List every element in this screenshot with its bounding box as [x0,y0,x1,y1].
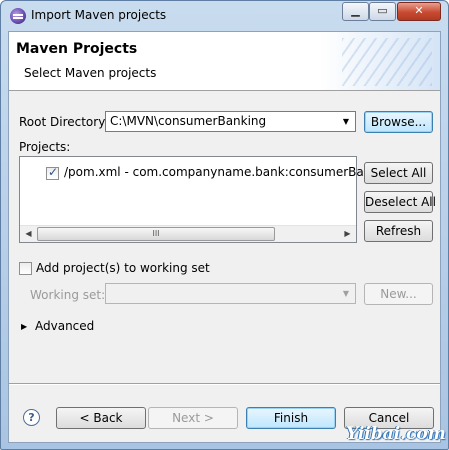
projects-list[interactable]: /pom.xml - com.companyname.bank:consumer… [19,156,389,243]
next-button[interactable]: Next > [148,407,238,429]
dialog-body: Maven Projects Select Maven projects Roo… [8,31,441,443]
chevron-down-icon[interactable]: ▼ [337,112,355,131]
maximize-button[interactable]: ▭ [369,2,396,21]
close-button[interactable]: ✕ [397,2,441,21]
browse-button[interactable]: Browse... [364,111,433,133]
import-dialog-window: Import Maven projects ▁ ▭ ✕ Maven Projec… [0,0,449,450]
finish-button[interactable]: Finish [246,407,336,429]
wizard-header: Maven Projects Select Maven projects [9,32,440,91]
add-to-working-set-checkbox[interactable] [19,262,32,275]
scroll-thumb[interactable]: III [37,227,275,241]
footer-separator [9,383,440,385]
projects-label: Projects: [19,140,71,154]
expand-advanced-icon[interactable]: ▶ [21,322,27,331]
list-item[interactable]: /pom.xml - com.companyname.bank:consumer… [64,165,389,179]
new-working-set-button[interactable]: New... [364,283,433,305]
root-directory-label: Root Directory: [19,115,109,129]
refresh-button[interactable]: Refresh [364,220,433,242]
page-title: Maven Projects [16,41,138,57]
scroll-right-icon[interactable]: ▶ [339,226,356,242]
minimize-button[interactable]: ▁ [342,2,369,21]
project-checkbox[interactable] [46,165,59,180]
title-bar[interactable]: Import Maven projects ▁ ▭ ✕ [1,1,448,31]
deselect-all-button[interactable]: Deselect All [364,191,436,213]
scroll-left-icon[interactable]: ◀ [20,226,37,242]
add-to-working-set-label[interactable]: Add project(s) to working set [36,261,210,275]
working-set-label: Working set: [30,288,106,302]
help-icon[interactable]: ? [23,409,40,426]
advanced-section-label[interactable]: Advanced [35,319,94,333]
root-directory-combo[interactable]: C:\MVN\consumerBanking ▼ [105,111,356,132]
root-directory-value: C:\MVN\consumerBanking [110,114,267,128]
back-button[interactable]: < Back [56,407,146,429]
horizontal-scrollbar[interactable]: ◀ III ▶ [20,225,356,242]
working-set-combo[interactable]: ▼ [105,283,356,304]
wizard-banner-graphic [320,32,440,90]
chevron-down-icon[interactable]: ▼ [337,284,355,303]
page-description: Select Maven projects [24,66,157,80]
select-all-button[interactable]: Select All [364,162,433,184]
eclipse-icon [10,8,26,24]
window-title: Import Maven projects [31,8,167,22]
watermark-logo: Yiibai.com [346,424,446,444]
